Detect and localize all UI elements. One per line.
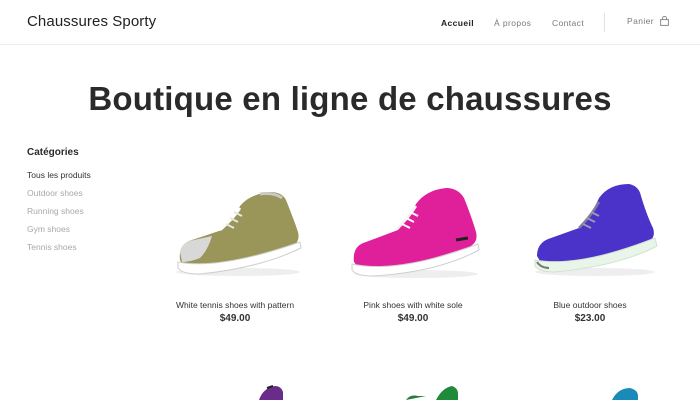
cart-button[interactable]: Panier	[627, 16, 669, 26]
sneaker-icon	[612, 388, 638, 400]
sneaker-icon	[406, 386, 458, 400]
product-name[interactable]: Pink shoes with white sole	[333, 300, 493, 310]
nav-contact-link[interactable]: Contact	[552, 18, 584, 28]
product-image-partial[interactable]	[400, 384, 460, 400]
nav-divider	[604, 13, 605, 32]
product-price: $23.00	[574, 313, 606, 324]
sneaker-icon	[259, 385, 283, 400]
category-all-products[interactable]: Tous les produits	[27, 170, 91, 188]
product-card[interactable]: Pink shoes with white sole $49.00	[333, 170, 493, 324]
brand-logo-text[interactable]: Chaussures Sporty	[27, 13, 156, 30]
top-header: Chaussures Sporty Accueil À propos Conta…	[0, 0, 700, 45]
sneaker-icon	[534, 184, 658, 276]
product-card[interactable]: White tennis shoes with pattern $49.00	[155, 170, 315, 324]
cart-label: Panier	[627, 16, 654, 26]
nav-about-link[interactable]: À propos	[494, 18, 531, 28]
product-image-partial[interactable]	[255, 384, 285, 400]
product-price: $49.00	[219, 313, 251, 324]
category-gym-shoes[interactable]: Gym shoes	[27, 224, 91, 242]
category-outdoor-shoes[interactable]: Outdoor shoes	[27, 188, 91, 206]
product-image-partial[interactable]	[610, 384, 640, 400]
nav-home-link[interactable]: Accueil	[441, 18, 474, 28]
product-card[interactable]: Blue outdoor shoes $23.00	[510, 170, 670, 324]
product-price: $49.00	[397, 313, 429, 324]
page-title: Boutique en ligne de chaussures	[88, 80, 612, 117]
sneaker-icon	[351, 188, 480, 278]
category-tennis-shoes[interactable]: Tennis shoes	[27, 242, 91, 260]
categories-heading: Catégories	[27, 147, 79, 158]
product-name[interactable]: Blue outdoor shoes	[510, 300, 670, 310]
product-image[interactable]	[333, 170, 493, 290]
shopping-bag-icon	[660, 16, 669, 26]
category-running-shoes[interactable]: Running shoes	[27, 206, 91, 224]
product-image[interactable]	[510, 170, 670, 290]
sneaker-icon	[176, 192, 302, 276]
product-name[interactable]: White tennis shoes with pattern	[155, 300, 315, 310]
product-image[interactable]	[155, 170, 315, 290]
category-list: Tous les produits Outdoor shoes Running …	[27, 170, 91, 260]
